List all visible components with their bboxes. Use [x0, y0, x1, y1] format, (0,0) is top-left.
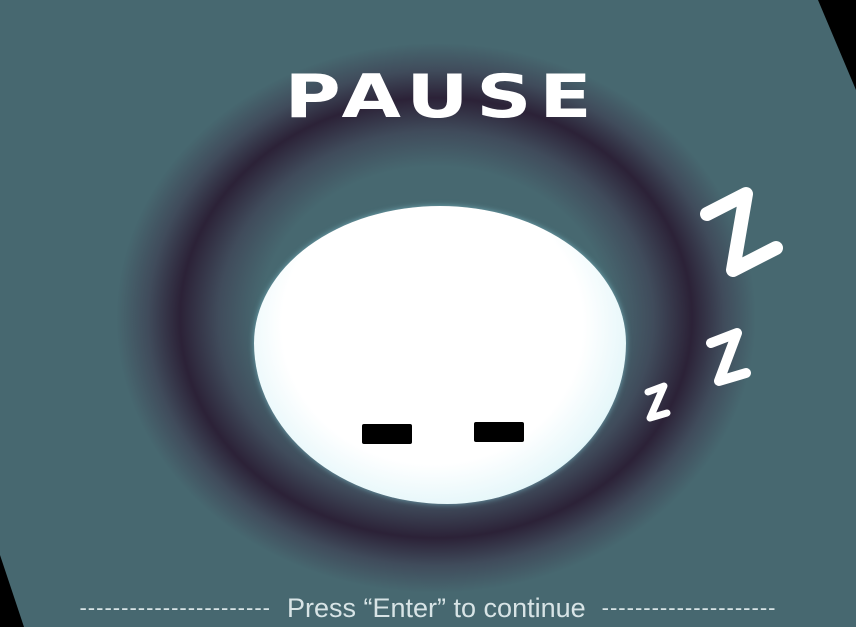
zzz-small — [644, 382, 671, 422]
sleep-zzz-icon — [644, 187, 783, 422]
press-enter-prompt: Press “Enter” to continue — [287, 592, 586, 623]
continue-prompt-bar: ----------------------- Press “Enter” to… — [0, 590, 856, 626]
zzz-large — [700, 187, 783, 277]
divider-left: ----------------------- — [79, 595, 271, 620]
divider-right: --------------------- — [601, 595, 777, 620]
zzz-medium — [706, 328, 751, 386]
pause-screen: PAUSE ----------------------- Press “Ent… — [0, 0, 856, 627]
